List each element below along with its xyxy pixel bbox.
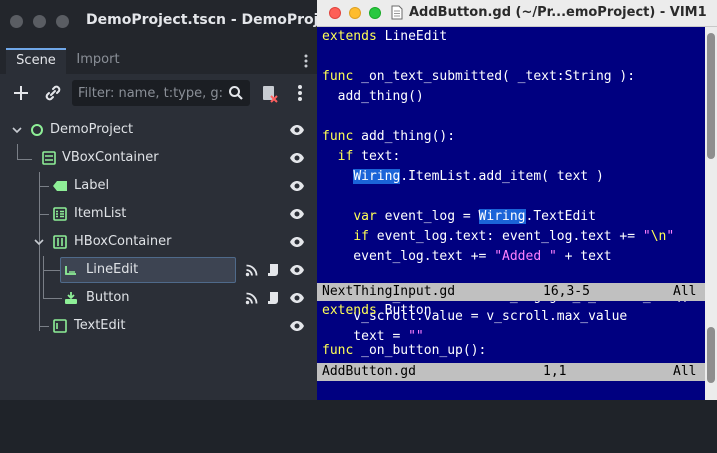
scrollbar-thumb[interactable] (707, 33, 715, 159)
code-line: func add_thing(): (322, 129, 456, 144)
status-line-addbutton: AddButton.gd 1,1 All (317, 363, 705, 381)
eye-icon[interactable] (289, 235, 305, 249)
vim-editor[interactable]: extends LineEdit func _on_text_submitted… (317, 27, 717, 400)
status-file-name: AddButton.gd (322, 364, 416, 379)
tree-row-label: DemoProject (50, 122, 134, 137)
script-icon[interactable] (267, 291, 279, 305)
filter-input[interactable] (78, 83, 222, 103)
tree-row-label: HBoxContainer (74, 234, 172, 249)
tree-row-vboxcontainer[interactable]: VBoxContainer (0, 144, 317, 172)
tab-import[interactable]: Import (66, 48, 130, 74)
signal-icon[interactable] (245, 263, 259, 277)
status-cursor-position: 1,1 (543, 364, 567, 379)
tree-row-label: Label (74, 178, 110, 193)
status-scroll-position: All (673, 364, 697, 379)
eye-icon[interactable] (289, 319, 305, 333)
tree-row-label: TextEdit (74, 318, 126, 333)
script-remove-icon[interactable] (256, 80, 282, 106)
godot-title-bar: DemoProject.tscn - DemoProject (0, 0, 343, 44)
add-node-icon[interactable] (8, 80, 34, 106)
zoom-window-button[interactable] (56, 15, 69, 28)
vbox-container-icon (42, 151, 56, 165)
code-line: if text: (337, 149, 401, 164)
status-file-name: NextThingInput.gd (322, 284, 456, 299)
chevron-down-icon[interactable] (12, 125, 22, 135)
close-window-button[interactable] (10, 15, 23, 28)
vim-title-bar: AddButton.gd (~/Pr...emoProject) - VIM1 (317, 0, 717, 27)
tree-row-textedit[interactable]: TextEdit (0, 312, 317, 340)
status-scroll-position: All (673, 284, 697, 299)
code-line: func _on_button_up(): (322, 343, 487, 358)
minimize-window-button[interactable] (33, 15, 46, 28)
window-title: DemoProject.tscn - DemoProject (86, 12, 343, 28)
eye-icon[interactable] (289, 291, 305, 305)
code-line: extends Button (322, 303, 432, 318)
code-line: func _on_text_submitted( _text:String ): (322, 69, 636, 84)
item-list-icon (53, 207, 67, 221)
signal-icon[interactable] (245, 291, 259, 305)
close-window-button[interactable] (329, 7, 341, 19)
tree-row-label: LineEdit (86, 262, 139, 277)
label-tag-icon (53, 181, 67, 191)
code-line: var event_log = Wiring.TextEdit (353, 209, 596, 224)
vim-window: AddButton.gd (~/Pr...emoProject) - VIM1 … (317, 0, 717, 400)
code-line: add_thing() (322, 89, 424, 104)
window-title: AddButton.gd (~/Pr...emoProject) - VIM1 (409, 5, 707, 20)
status-cursor-position: 16,3-5 (543, 284, 590, 299)
scene-tree: DemoProject VBoxContainer Label ItemList… (0, 116, 317, 346)
status-line-nextthinginput: NextThingInput.gd 16,3-5 All (317, 283, 705, 301)
tree-row-button[interactable]: Button (0, 284, 317, 312)
kebab-menu-icon[interactable] (301, 54, 311, 68)
tree-row-label: ItemList (74, 206, 127, 221)
eye-icon[interactable] (289, 151, 305, 165)
line-edit-icon (65, 266, 76, 275)
link-icon[interactable] (40, 80, 66, 106)
scene-toolbar (0, 76, 317, 112)
scrollbar-thumb[interactable] (707, 327, 715, 383)
hbox-container-icon (53, 235, 67, 249)
code-line: if event_log.text: event_log.text += "\n… (353, 229, 675, 244)
eye-icon[interactable] (289, 207, 305, 221)
tab-scene[interactable]: Scene (6, 48, 66, 74)
code-line: Wiring.ItemList.add_item( text ) (353, 169, 604, 184)
eye-icon[interactable] (289, 263, 305, 277)
tree-row-lineedit[interactable]: LineEdit (0, 256, 317, 284)
tree-row-label: VBoxContainer (62, 150, 159, 165)
tree-row-label: Button (86, 290, 130, 305)
text-edit-icon (53, 319, 67, 333)
document-icon (391, 5, 403, 20)
code-line: extends LineEdit (322, 29, 448, 44)
chevron-down-icon[interactable] (34, 237, 44, 247)
godot-editor-window: DemoProject.tscn - DemoProject Scene Imp… (0, 0, 343, 400)
zoom-window-button[interactable] (369, 7, 381, 19)
minimize-window-button[interactable] (349, 7, 361, 19)
filter-box (72, 80, 250, 106)
vertical-scrollbar[interactable] (705, 27, 717, 400)
button-icon (65, 292, 77, 304)
eye-icon[interactable] (289, 123, 305, 137)
tree-row-demoproject[interactable]: DemoProject (0, 116, 317, 144)
tree-row-itemlist[interactable]: ItemList (0, 200, 317, 228)
eye-icon[interactable] (289, 179, 305, 193)
script-icon[interactable] (267, 263, 279, 277)
search-icon[interactable] (228, 85, 244, 101)
tree-row-hboxcontainer[interactable]: HBoxContainer (0, 228, 317, 256)
node-circle-icon (31, 124, 43, 136)
dock-tabs: Scene Import (0, 44, 317, 74)
code-line: event_log.text += "Added " + text (322, 249, 612, 264)
kebab-menu-icon[interactable] (287, 80, 313, 106)
tree-row-label-node[interactable]: Label (0, 172, 317, 200)
